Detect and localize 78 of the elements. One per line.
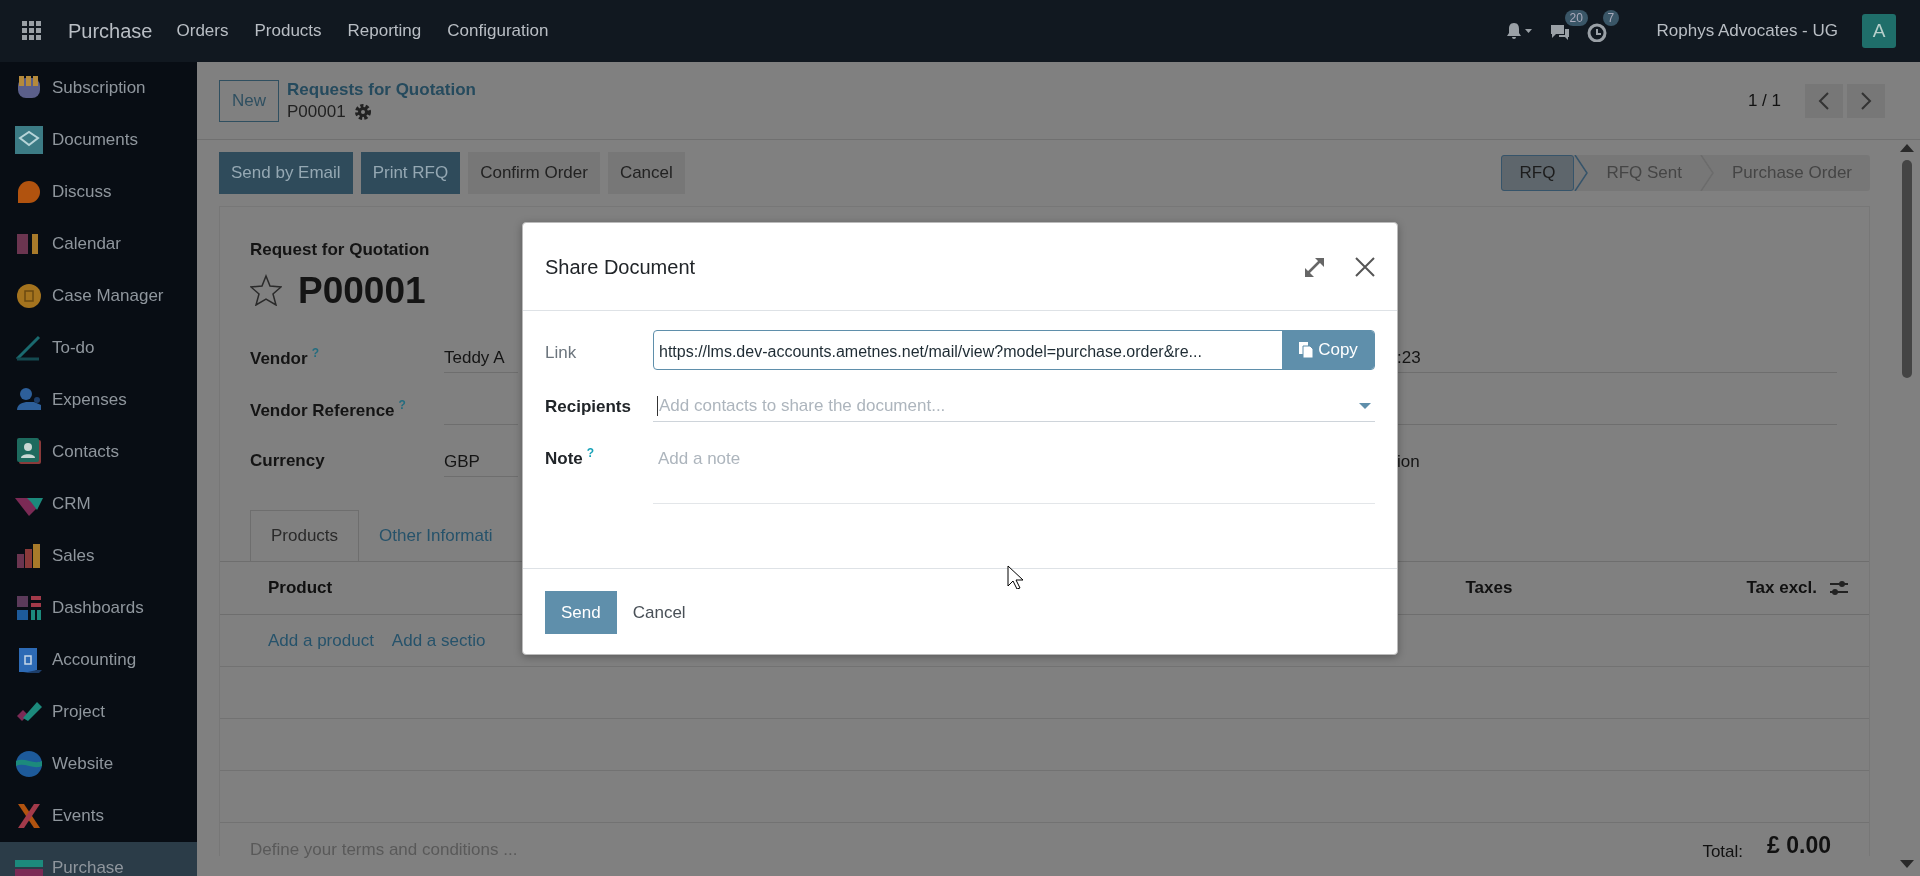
- dialog-title: Share Document: [545, 254, 696, 280]
- sidebar-item[interactable]: Discuss: [0, 166, 197, 218]
- sidebar-item[interactable]: Calendar: [0, 218, 197, 270]
- placeholder-text: Add contacts to share the document...: [659, 394, 947, 417]
- cancel-button[interactable]: Cancel: [632, 599, 686, 626]
- record-name: P00001: [287, 100, 346, 123]
- coin-icon: [15, 282, 43, 310]
- record-title: P00001: [298, 268, 426, 313]
- star-icon[interactable]: [250, 274, 282, 307]
- field-label: Link: [545, 342, 578, 364]
- chevron-divider-icon: [1574, 155, 1589, 191]
- sidebar-item[interactable]: Purchase: [0, 842, 197, 876]
- sidebar-item[interactable]: Case Manager: [0, 270, 197, 322]
- user-avatar[interactable]: A: [1862, 14, 1896, 48]
- expand-icon[interactable]: [1303, 255, 1325, 278]
- pen-stroke-icon: [15, 334, 43, 362]
- help-mark[interactable]: ?: [586, 446, 595, 460]
- total-value: £ 0.00: [1767, 833, 1831, 859]
- contact-card-icon: [15, 438, 43, 466]
- sidebar-item[interactable]: Expenses: [0, 374, 197, 426]
- sidebar-item[interactable]: Documents: [0, 114, 197, 166]
- chevron-left-icon: [1818, 90, 1830, 111]
- tab[interactable]: Products: [250, 510, 360, 561]
- form-subtitle: Request for Quotation: [250, 239, 431, 261]
- speech-bubble-icon: [15, 178, 43, 206]
- apps-menu-icon[interactable]: [22, 21, 42, 41]
- sidebar-item[interactable]: Sales: [0, 530, 197, 582]
- bell-icon[interactable]: [1504, 21, 1533, 41]
- clock-icon[interactable]: [1586, 21, 1609, 42]
- sliders-icon[interactable]: [1829, 579, 1849, 597]
- caret-icon[interactable]: [1359, 401, 1371, 410]
- action-button[interactable]: Send by Email: [219, 152, 353, 194]
- sidebar-item[interactable]: Dashboards: [0, 582, 197, 634]
- dashboard-tiles-icon: [15, 594, 43, 622]
- sidebar-item[interactable]: To-do: [0, 322, 197, 374]
- sidebar-item[interactable]: Subscription: [0, 62, 197, 114]
- menu-item[interactable]: Reporting: [347, 18, 422, 44]
- field-label: Vendor $^{?}$: [250, 345, 320, 370]
- sidebar-item[interactable]: CRM: [0, 478, 197, 530]
- field-label: Currency: [250, 450, 326, 472]
- column-header: Taxes: [1465, 577, 1513, 600]
- input-field[interactable]: GBP: [444, 440, 518, 477]
- sidebar-item[interactable]: Project: [0, 686, 197, 738]
- sidebar-item[interactable]: Accounting: [0, 634, 197, 686]
- column-header: Tax excl.: [1746, 577, 1817, 600]
- action-button[interactable]: Print RFQ: [360, 152, 461, 194]
- cross-icon: [15, 802, 43, 830]
- gear-icon[interactable]: [353, 102, 372, 121]
- input-field[interactable]: Teddy A: [444, 336, 518, 373]
- send-button[interactable]: Send: [545, 591, 617, 634]
- sidebar-item[interactable]: Events: [0, 790, 197, 842]
- total-label: Total:: [1702, 841, 1744, 863]
- globe-icon: [15, 750, 43, 778]
- status-step[interactable]: RFQ: [1500, 155, 1575, 191]
- bar-chart-icon: [15, 542, 43, 570]
- sidebar-item[interactable]: Website: [0, 738, 197, 790]
- count-badge: 20: [1564, 10, 1588, 27]
- field-label: Recipients: [545, 396, 632, 418]
- field-label: Vendor Reference $^{?}$: [250, 397, 407, 422]
- company-name[interactable]: Rophys Advocates - UG: [1656, 18, 1838, 44]
- field-value: ion: [1397, 451, 1421, 473]
- field-label: Note $^{?}$: [545, 445, 596, 470]
- action-button[interactable]: Confirm Order: [468, 152, 600, 194]
- column-header: Product: [268, 577, 333, 600]
- pager-text: 1 / 1: [1747, 89, 1781, 112]
- previous-button[interactable]: [1805, 83, 1843, 118]
- app-name[interactable]: Purchase: [68, 16, 153, 46]
- menu-item[interactable]: Configuration: [447, 18, 549, 44]
- sidebar-item[interactable]: Contacts: [0, 426, 197, 478]
- cursor-icon: [1007, 565, 1023, 589]
- next-button[interactable]: [1847, 83, 1885, 118]
- menu-item[interactable]: Orders: [176, 18, 229, 44]
- chevron-right-icon: [1860, 90, 1872, 111]
- action-button[interactable]: Cancel: [607, 152, 685, 194]
- count-badge: 7: [1602, 10, 1620, 27]
- menu-item[interactable]: Products: [254, 18, 322, 44]
- breadcrumb-link[interactable]: Requests for Quotation: [287, 78, 476, 101]
- close-icon[interactable]: [1355, 256, 1375, 277]
